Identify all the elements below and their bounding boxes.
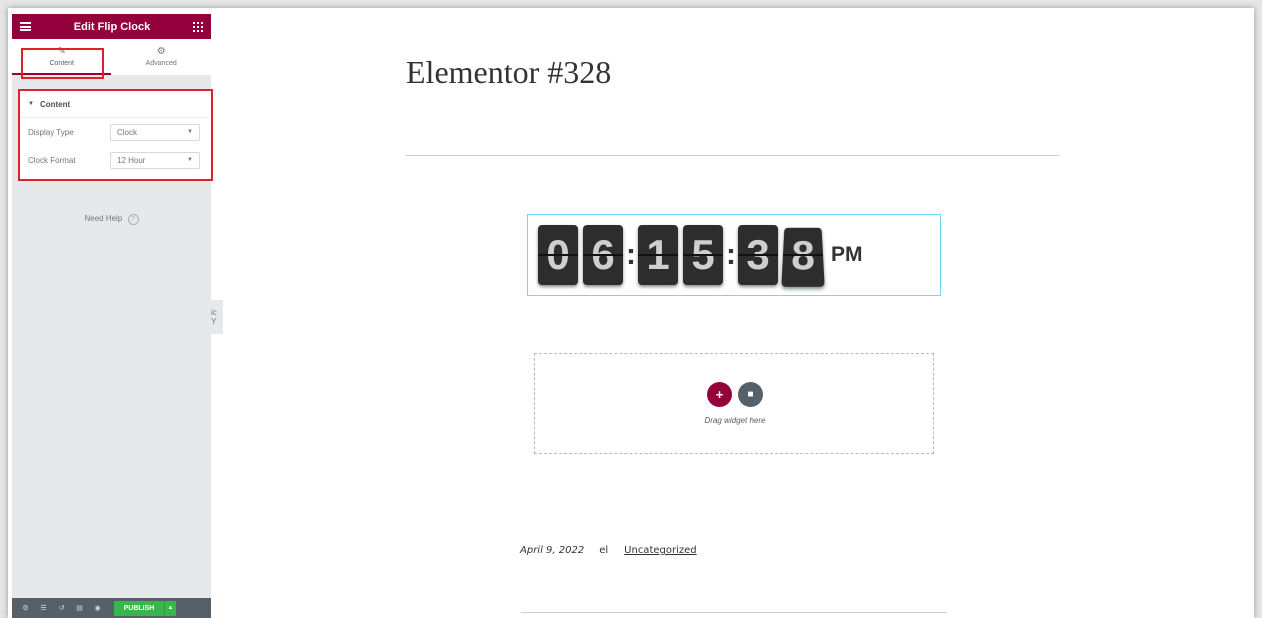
post-meta: April 9, 2022 el Uncategorized	[520, 545, 697, 556]
need-help-label: Need Help	[84, 214, 123, 223]
control-display-type: Display Type Clock ▼	[20, 118, 211, 146]
publish-button[interactable]: PUBLISH	[114, 600, 164, 616]
display-type-select[interactable]: Clock ▼	[110, 123, 200, 141]
hamburger-menu-icon[interactable]	[20, 22, 31, 31]
navigator-icon[interactable]: ☰	[36, 604, 51, 612]
clock-format-value: 12 Hour	[117, 155, 146, 165]
page-title: Elementor #328	[406, 54, 612, 90]
section-header[interactable]: ▼ Content	[20, 91, 211, 118]
preview-eye-icon[interactable]: ◉	[90, 604, 105, 612]
editor-sidebar: Edit Flip Clock ✎ Content ⚙ Advanced ▼ C…	[12, 14, 213, 618]
panel-collapse-handle[interactable]: ic Y	[211, 300, 223, 334]
widgets-grid-icon[interactable]	[193, 21, 203, 32]
add-section-button[interactable]: +	[707, 382, 732, 407]
add-template-button[interactable]: ■	[738, 382, 763, 407]
tab-advanced-label: Advanced	[145, 60, 177, 67]
drop-area-buttons: + ■	[707, 382, 769, 407]
question-icon: ?	[127, 214, 139, 225]
clock-digit: 0	[538, 225, 578, 285]
clock-separator: :	[626, 238, 636, 271]
sidebar-header: Edit Flip Clock	[12, 14, 211, 39]
folder-icon: ■	[747, 389, 754, 400]
responsive-mode-icon[interactable]: ▤	[72, 604, 87, 612]
content-section: ▼ Content Display Type Clock ▼ Clock For…	[18, 89, 213, 181]
clock-digit: 8	[781, 227, 825, 287]
flip-clock: 0 6 : 1 5 : 3 8 PM	[538, 224, 863, 287]
post-date: April 9, 2022	[520, 545, 585, 556]
clock-format-label: Clock Format	[28, 155, 76, 165]
clock-format-select[interactable]: 12 Hour ▼	[110, 151, 200, 169]
clock-digit: 3	[738, 225, 778, 285]
highlight-box-tab	[21, 48, 104, 79]
clock-meridiem: PM	[831, 243, 863, 266]
widget-drop-area[interactable]: + ■ Drag widget here	[534, 353, 934, 454]
publish-options-caret[interactable]: ▲	[164, 600, 176, 616]
control-clock-format: Clock Format 12 Hour ▼	[20, 146, 211, 174]
tab-advanced[interactable]: ⚙ Advanced	[112, 39, 212, 75]
divider	[521, 612, 947, 613]
divider	[406, 155, 1060, 156]
browser-frame: Edit Flip Clock ✎ Content ⚙ Advanced ▼ C…	[8, 8, 1254, 618]
history-icon[interactable]: ↺	[54, 604, 69, 612]
post-category-link[interactable]: Uncategorized	[624, 545, 696, 556]
sidebar-footer: ⚙ ☰ ↺ ▤ ◉ PUBLISH ▲	[12, 598, 211, 618]
clock-digit: 6	[583, 225, 623, 285]
display-type-label: Display Type	[28, 127, 74, 137]
flip-clock-widget[interactable]: 0 6 : 1 5 : 3 8 PM	[527, 214, 941, 296]
clock-digit: 5	[683, 225, 723, 285]
chevron-down-icon: ▼	[187, 129, 193, 135]
gear-icon: ⚙	[156, 46, 166, 57]
clock-separator: :	[726, 238, 736, 271]
caret-down-icon: ▼	[28, 101, 34, 107]
post-author: el	[599, 545, 609, 556]
section-title: Content	[39, 99, 71, 109]
panel-title: Edit Flip Clock	[73, 20, 151, 33]
display-type-value: Clock	[117, 127, 138, 137]
settings-icon[interactable]: ⚙	[18, 604, 33, 612]
drop-area-hint: Drag widget here	[704, 416, 766, 425]
clock-digit: 1	[638, 225, 678, 285]
need-help-link[interactable]: Need Help ?	[12, 214, 211, 225]
chevron-down-icon: ▼	[187, 157, 193, 163]
